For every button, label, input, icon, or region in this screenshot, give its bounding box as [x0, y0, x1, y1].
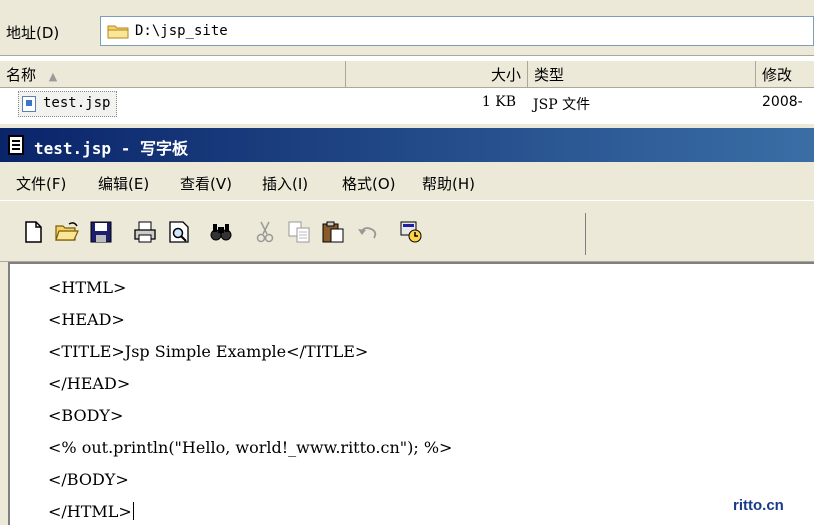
open-button[interactable] [52, 217, 82, 247]
code-line: <HTML> [48, 278, 127, 297]
folder-icon [107, 25, 129, 39]
cut-button[interactable] [250, 217, 280, 247]
copy-icon [288, 221, 310, 243]
new-icon [25, 221, 42, 243]
file-type: JSP 文件 [533, 97, 591, 113]
code-line: <HEAD> [48, 310, 125, 329]
toolbar [0, 200, 814, 262]
menu-view[interactable]: 查看(V) [180, 173, 232, 194]
find-button[interactable] [206, 217, 236, 247]
new-button[interactable] [18, 217, 48, 247]
code-line: <% out.println("Hello, world!_www.ritto.… [48, 438, 453, 457]
jsp-file-icon [22, 96, 36, 112]
document-editor[interactable]: <HTML> <HEAD> <TITLE>Jsp Simple Example<… [8, 262, 814, 525]
column-header-modified-label: 修改 [762, 66, 793, 84]
address-path: D:\jsp_site [135, 23, 228, 39]
column-header-name-label: 名称 [6, 66, 37, 84]
code-line: <BODY> [48, 406, 124, 425]
wordpad-document-icon [8, 135, 24, 155]
find-icon [210, 224, 232, 241]
menu-format[interactable]: 格式(O) [342, 173, 396, 194]
print-icon [134, 221, 156, 243]
column-header-name[interactable]: 名称 ▲ [0, 61, 346, 88]
print-preview-button[interactable] [164, 217, 194, 247]
menu-help[interactable]: 帮助(H) [422, 173, 475, 194]
file-modified: 2008- [762, 94, 803, 110]
column-header-type[interactable]: 类型 [528, 61, 756, 88]
menu-insert[interactable]: 插入(I) [262, 173, 308, 194]
watermark: ritto.cn [733, 497, 784, 514]
save-icon [90, 221, 112, 243]
undo-icon [358, 227, 377, 239]
open-icon [55, 222, 79, 241]
column-header-size-label: 大小 [490, 66, 521, 84]
wordpad-title-bar[interactable]: test.jsp - 写字板 [0, 128, 814, 162]
undo-button[interactable] [352, 217, 382, 247]
save-button[interactable] [86, 217, 116, 247]
print-preview-icon [169, 221, 189, 243]
file-name: test.jsp [43, 95, 111, 111]
paste-button[interactable] [318, 217, 348, 247]
file-size: 1 KB [481, 94, 516, 110]
menu-file[interactable]: 文件(F) [16, 173, 66, 194]
file-name-cell[interactable]: test.jsp [18, 91, 118, 117]
print-button[interactable] [130, 217, 160, 247]
address-bar: 地址(D) D:\jsp_site [0, 0, 814, 56]
address-input[interactable]: D:\jsp_site [100, 16, 814, 46]
code-line: </BODY> [48, 470, 129, 489]
file-row[interactable]: test.jsp 1 KB JSP 文件 2008- [0, 88, 814, 120]
copy-button[interactable] [284, 217, 314, 247]
address-label: 地址(D) [6, 24, 60, 42]
menu-edit[interactable]: 编辑(E) [98, 173, 149, 194]
menu-bar: 文件(F) 编辑(E) 查看(V) 插入(I) 格式(O) 帮助(H) [0, 162, 814, 200]
insert-datetime-button[interactable] [396, 217, 426, 247]
column-header-size[interactable]: 大小 [346, 61, 528, 88]
file-list: 名称 ▲ 大小 类型 修改 test.jsp 1 KB JSP 文件 2008- [0, 56, 814, 124]
text-caret [132, 502, 134, 520]
last-line: </HTML> [48, 502, 134, 521]
code-line: </HTML> [48, 502, 132, 521]
cut-icon [256, 221, 274, 243]
paste-icon [322, 221, 344, 243]
code-line: </HEAD> [48, 374, 131, 393]
code-line: <TITLE>Jsp Simple Example</TITLE> [48, 342, 369, 361]
insert-datetime-icon [400, 221, 422, 243]
column-header-modified[interactable]: 修改 [756, 61, 814, 88]
sort-ascending-icon: ▲ [48, 70, 58, 83]
window-title: test.jsp - 写字板 [34, 139, 188, 158]
column-header-type-label: 类型 [534, 66, 565, 84]
